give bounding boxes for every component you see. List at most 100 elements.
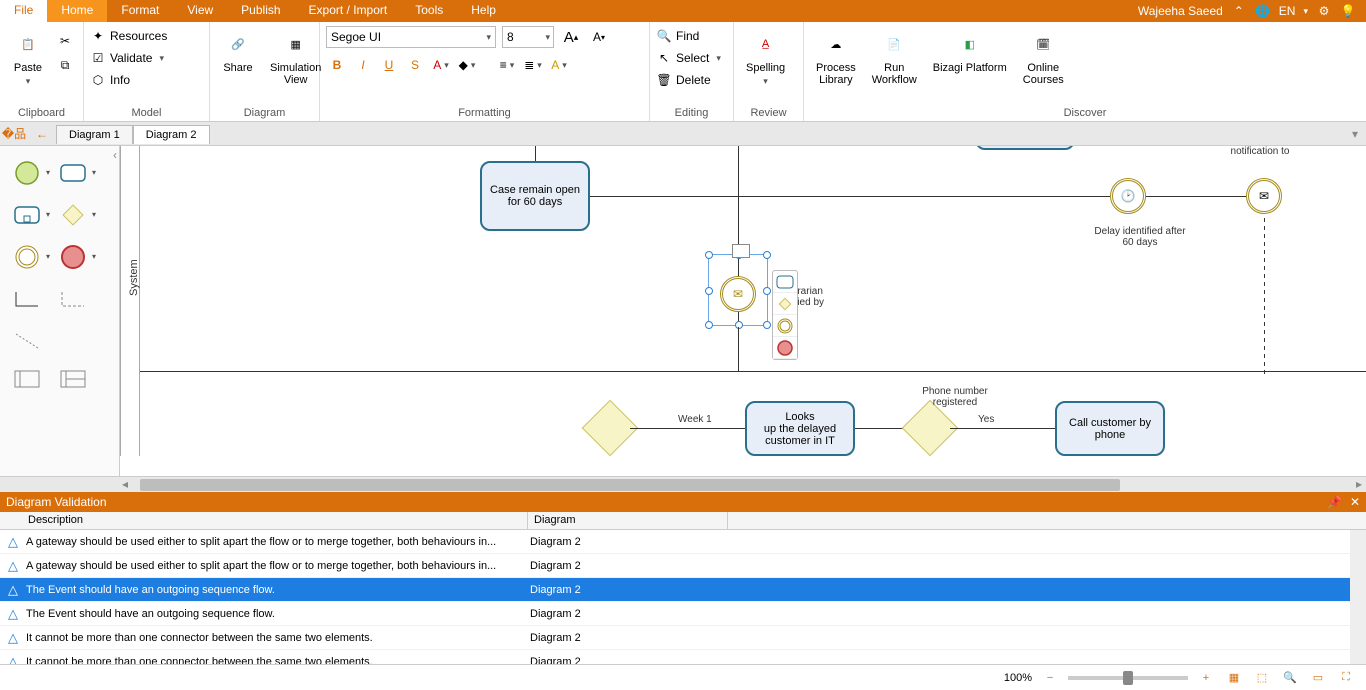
lightbulb-icon[interactable]: 💡 (1340, 3, 1356, 19)
resources-button[interactable]: ✦Resources (90, 26, 167, 46)
name-edit-handle[interactable] (732, 244, 750, 258)
back-button[interactable]: ← (28, 127, 56, 141)
task-call-customer[interactable]: Call customer by phone (1055, 401, 1165, 456)
message-event-selected[interactable]: ✉ (720, 276, 756, 312)
menu-format[interactable]: Format (107, 0, 173, 22)
globe-icon[interactable]: 🌐 (1255, 3, 1271, 19)
task-looks-up[interactable]: Looks up the delayed customer in IT (745, 401, 855, 456)
qm-task[interactable] (773, 271, 797, 293)
copy-icon[interactable]: ⧉ (54, 54, 76, 76)
tab-diagram-1[interactable]: Diagram 1 (56, 125, 133, 144)
paste-button[interactable]: 📋 Paste ▾ (6, 26, 50, 89)
palette-end-event[interactable] (60, 244, 86, 270)
qm-intermediate[interactable] (773, 315, 797, 337)
bizagi-platform-button[interactable]: ◧Bizagi Platform (927, 26, 1013, 76)
menu-help[interactable]: Help (457, 0, 510, 22)
diagram-tree-button[interactable]: �品 (0, 125, 28, 142)
menu-home[interactable]: Home (47, 0, 107, 22)
lang-label[interactable]: EN (1279, 4, 1296, 18)
menu-view[interactable]: View (173, 0, 227, 22)
align-v-button[interactable]: ≣ (522, 54, 544, 76)
lane-label-system: System (128, 259, 140, 296)
canvas-h-scrollbar[interactable]: ◂ ▸ (0, 476, 1366, 492)
fit-page-button[interactable]: ▦ (1224, 669, 1244, 687)
find-button[interactable]: 🔍Find (656, 26, 721, 46)
validation-row[interactable]: △The Event should have an outgoing seque… (0, 602, 1366, 626)
palette-message-flow[interactable] (60, 286, 86, 312)
palette-pool[interactable] (14, 370, 40, 396)
font-size-select[interactable]: 8 (502, 26, 554, 48)
menu-publish[interactable]: Publish (227, 0, 294, 22)
fullscreen-button[interactable]: ⛶ (1336, 669, 1356, 687)
tab-diagram-2[interactable]: Diagram 2 (133, 125, 210, 144)
font-select[interactable]: Segoe UI (326, 26, 496, 48)
col-description[interactable]: Description (0, 512, 528, 529)
select-button[interactable]: ↖Select (656, 48, 721, 68)
validation-row[interactable]: △It cannot be more than one connector be… (0, 626, 1366, 650)
cloud-icon: ☁ (820, 28, 852, 60)
tabs-dropdown-icon[interactable]: ▾ (1352, 127, 1366, 141)
close-icon[interactable]: ✕ (1350, 495, 1360, 509)
lang-caret-icon[interactable]: ▾ (1303, 6, 1308, 17)
col-diagram[interactable]: Diagram (528, 512, 728, 529)
shrink-font-button[interactable]: A▾ (588, 26, 610, 48)
task-case-open[interactable]: Case remain open for 60 days (480, 161, 590, 231)
align-h-button[interactable]: ≡ (496, 54, 518, 76)
menu-export-import[interactable]: Export / Import (295, 0, 402, 22)
validate-button[interactable]: ☑Validate (90, 48, 167, 68)
italic-button[interactable]: I (352, 54, 374, 76)
validation-row-selected[interactable]: △The Event should have an outgoing seque… (0, 578, 1366, 602)
zoom-100-button[interactable]: 🔍 (1280, 669, 1300, 687)
menu-tools[interactable]: Tools (401, 0, 457, 22)
fit-width-button[interactable]: ⬚ (1252, 669, 1272, 687)
bold-button[interactable]: B (326, 54, 348, 76)
diagram-canvas[interactable]: System Case remain open for 60 days 🕑 De… (120, 146, 1366, 476)
underline-button[interactable]: U (378, 54, 400, 76)
palette-sequence-flow[interactable] (14, 286, 40, 312)
palette-start-event[interactable] (14, 160, 40, 186)
palette-intermediate-event[interactable] (14, 244, 40, 270)
grow-font-button[interactable]: A▴ (560, 26, 582, 48)
spelling-button[interactable]: A̲Spelling▾ (740, 26, 791, 89)
scrollbar-thumb[interactable] (140, 479, 1120, 491)
palette-task[interactable] (60, 160, 86, 186)
menu-file[interactable]: File (0, 0, 47, 22)
qm-end[interactable] (773, 337, 797, 359)
fill-color-button[interactable]: ◆ (456, 54, 478, 76)
qm-gateway[interactable] (773, 293, 797, 315)
info-button[interactable]: ⬡Info (90, 70, 167, 90)
zoom-thumb[interactable] (1123, 671, 1133, 685)
edge (1264, 214, 1265, 374)
share-button[interactable]: 🔗Share (216, 26, 260, 76)
presentation-button[interactable]: ▭ (1308, 669, 1328, 687)
validation-v-scrollbar[interactable] (1350, 530, 1366, 678)
validation-row[interactable]: △A gateway should be used either to spli… (0, 554, 1366, 578)
message-event-notification[interactable]: ✉ (1246, 178, 1282, 214)
gear-icon[interactable]: ⚙ (1316, 3, 1332, 19)
zoom-slider[interactable] (1068, 676, 1188, 680)
timer-event-delay[interactable]: 🕑 (1110, 178, 1146, 214)
pin-icon[interactable]: 📌 (1327, 495, 1342, 509)
zoom-out-button[interactable]: − (1040, 669, 1060, 687)
validation-row[interactable]: △A gateway should be used either to spli… (0, 530, 1366, 554)
run-workflow-button[interactable]: 📄Run Workflow (866, 26, 923, 88)
font-color-button[interactable]: A (430, 54, 452, 76)
zoom-in-button[interactable]: + (1196, 669, 1216, 687)
delete-button[interactable]: 🗑Delete (656, 70, 721, 90)
cut-icon[interactable]: ✂ (54, 30, 76, 52)
task-partial-top[interactable] (975, 146, 1075, 150)
highlight-button[interactable]: A (548, 54, 570, 76)
palette-gateway[interactable] (60, 202, 86, 228)
label-notification: notification to (1215, 146, 1305, 157)
process-library-button[interactable]: ☁Process Library (810, 26, 862, 88)
palette-lane[interactable] (60, 370, 86, 396)
edge (950, 428, 1055, 429)
strike-button[interactable]: S (404, 54, 426, 76)
chevron-up-icon[interactable]: ⌃ (1231, 3, 1247, 19)
palette-subprocess[interactable] (14, 202, 40, 228)
simulation-view-button[interactable]: ▦Simulation View (264, 26, 327, 88)
palette-association[interactable] (14, 328, 40, 354)
warning-icon: △ (0, 558, 26, 574)
palette-collapse-icon[interactable]: ‹ (113, 148, 117, 162)
online-courses-button[interactable]: 🗓Online Courses (1017, 26, 1070, 88)
